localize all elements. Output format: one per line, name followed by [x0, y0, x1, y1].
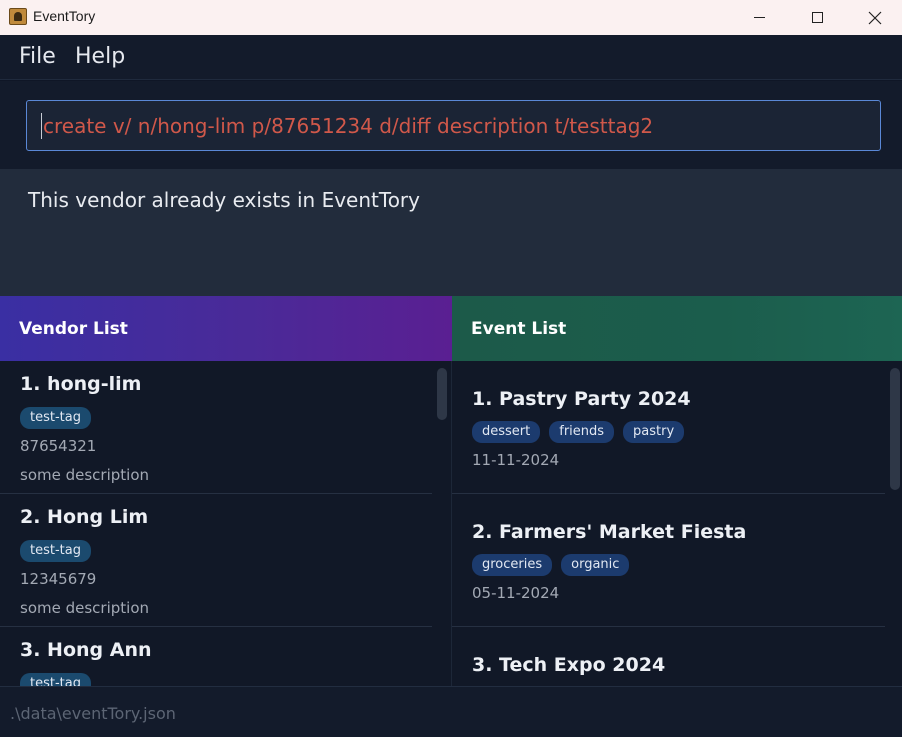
vendor-description: some description	[20, 599, 150, 617]
tag-badge: friends	[549, 421, 615, 443]
event-date: 05-11-2024	[472, 584, 560, 602]
tag-badge: test-tag	[20, 540, 91, 562]
tag-badge: dessert	[472, 421, 541, 443]
event-name: 1. Pastry Party 2024	[472, 388, 691, 410]
event-card[interactable]: 3. Tech Expo 2024	[452, 627, 885, 686]
vendor-phone: 87654321	[20, 437, 97, 455]
event-list-scrollbar[interactable]	[890, 368, 900, 490]
vendor-name: 2. Hong Lim	[20, 506, 149, 528]
event-list-header: Event List	[452, 296, 902, 361]
tag-badge: organic	[561, 554, 630, 576]
event-name: 3. Tech Expo 2024	[472, 654, 666, 676]
tag-badge: groceries	[472, 554, 553, 576]
maximize-icon	[811, 12, 823, 23]
result-display: This vendor already exists in EventTory	[0, 169, 902, 296]
vendor-card[interactable]: 1. hong-lim test-tag 87654321 some descr…	[0, 361, 432, 494]
command-input[interactable]: create v/ n/hong-lim p/87651234 d/diff d…	[26, 100, 881, 151]
vendor-list-scrollbar[interactable]	[437, 368, 447, 420]
event-card[interactable]: 2. Farmers' Market Fiesta groceries orga…	[452, 494, 885, 627]
vendor-tags: test-tag	[20, 407, 91, 429]
result-message: This vendor already exists in EventTory	[28, 188, 420, 212]
vendor-phone: 12345679	[20, 570, 97, 588]
vendor-card[interactable]: 3. Hong Ann test-tag	[0, 627, 432, 686]
vendor-description: some description	[20, 466, 150, 484]
tag-badge: test-tag	[20, 407, 91, 429]
event-tags: groceries organic	[472, 554, 630, 576]
vendor-list-header: Vendor List	[0, 296, 452, 361]
command-area: create v/ n/hong-lim p/87651234 d/diff d…	[0, 81, 902, 169]
command-text: create v/ n/hong-lim p/87651234 d/diff d…	[43, 113, 654, 138]
event-list-title: Event List	[471, 319, 567, 339]
text-caret	[41, 112, 42, 139]
event-card[interactable]: 1. Pastry Party 2024 dessert friends pas…	[452, 361, 885, 494]
event-name: 2. Farmers' Market Fiesta	[472, 521, 747, 543]
close-icon	[868, 11, 882, 24]
status-bar: .\data\eventTory.json	[0, 686, 902, 737]
close-button[interactable]	[846, 0, 902, 35]
vendor-list[interactable]: 1. hong-lim test-tag 87654321 some descr…	[0, 361, 452, 686]
menu-help[interactable]: Help	[75, 44, 125, 69]
menu-bar: File Help	[0, 35, 902, 80]
menu-file[interactable]: File	[19, 44, 56, 69]
maximize-button[interactable]	[788, 0, 846, 35]
event-list[interactable]: 1. Pastry Party 2024 dessert friends pas…	[452, 361, 902, 686]
tag-badge: test-tag	[20, 673, 91, 686]
data-file-path: .\data\eventTory.json	[10, 704, 176, 723]
app-icon	[9, 8, 27, 25]
tag-badge: pastry	[623, 421, 685, 443]
vendor-list-title: Vendor List	[19, 319, 128, 339]
vendor-card[interactable]: 2. Hong Lim test-tag 12345679 some descr…	[0, 494, 432, 627]
event-date: 11-11-2024	[472, 451, 560, 469]
title-bar: EventTory	[0, 0, 902, 35]
vendor-tags: test-tag	[20, 673, 91, 686]
minimize-button[interactable]	[730, 0, 788, 35]
event-tags: dessert friends pastry	[472, 421, 685, 443]
vendor-name: 1. hong-lim	[20, 373, 142, 395]
minimize-icon	[753, 17, 765, 18]
vendor-name: 3. Hong Ann	[20, 639, 152, 661]
window-title: EventTory	[33, 8, 96, 24]
vendor-tags: test-tag	[20, 540, 91, 562]
